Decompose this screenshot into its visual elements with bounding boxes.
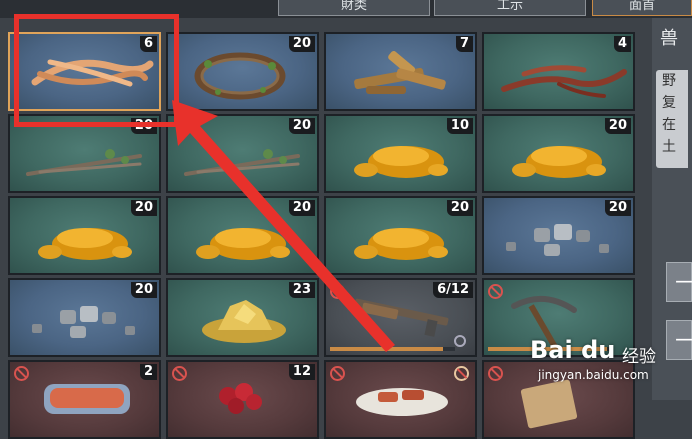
- item-count: 20: [130, 200, 157, 216]
- item-count: 20: [604, 118, 631, 134]
- item-count: 12: [288, 364, 315, 380]
- item-count: 7: [455, 36, 473, 52]
- watermark-cn: 经验: [622, 347, 656, 367]
- inventory-slot-branches[interactable]: 20: [166, 114, 319, 193]
- watermark-brand: Bai du: [530, 336, 616, 364]
- inventory-slot-resin[interactable]: 20: [324, 196, 477, 275]
- item-count: 4: [613, 36, 631, 52]
- item-count: 20: [288, 118, 315, 134]
- ban-icon: [488, 366, 503, 381]
- panel-description: 野 复 在 土: [656, 70, 688, 168]
- baidu-watermark: Bai du 经验 jingyan.baidu.com: [530, 324, 690, 394]
- ban-icon: [330, 284, 345, 299]
- item-count: 2: [139, 364, 157, 380]
- ban-icon: [172, 366, 187, 381]
- ban-icon: [488, 284, 503, 299]
- heart-icon: [454, 366, 469, 381]
- ban-icon: [330, 366, 345, 381]
- item-count: 20: [288, 36, 315, 52]
- fish-can-icon: [44, 384, 130, 414]
- item-count: 23: [288, 282, 315, 298]
- desc-line: 在: [662, 117, 676, 133]
- item-count: 20: [604, 200, 631, 216]
- inventory-slot-resin[interactable]: 20: [482, 114, 635, 193]
- durability-bar: [330, 347, 455, 351]
- desc-line: 复: [662, 95, 676, 111]
- inventory-slot-resin[interactable]: 10: [324, 114, 477, 193]
- wood-logs-icon: [354, 50, 446, 94]
- desc-line: 土: [662, 139, 676, 155]
- item-count: 20: [288, 200, 315, 216]
- inventory-slot-resin[interactable]: 20: [8, 196, 161, 275]
- ammo-count: 6/12: [433, 282, 473, 298]
- inventory-slot-red-roots[interactable]: 4: [482, 32, 635, 111]
- red-roots-icon: [501, 65, 627, 98]
- inventory-slot-stones[interactable]: 20: [482, 196, 635, 275]
- durability-fill: [330, 347, 443, 351]
- inventory-slot-resin[interactable]: 20: [166, 196, 319, 275]
- decrease-button[interactable]: —: [666, 262, 692, 302]
- desc-line: 野: [662, 73, 676, 89]
- inventory-slot-stones[interactable]: 20: [8, 278, 161, 357]
- panel-title: 兽: [660, 28, 678, 49]
- watermark-url: jingyan.baidu.com: [538, 368, 649, 382]
- inventory-slot-wood-logs[interactable]: 7: [324, 32, 477, 111]
- item-count: 20: [130, 282, 157, 298]
- tab-2[interactable]: 工示: [434, 0, 586, 16]
- minus-icon: —: [675, 269, 692, 294]
- tab-3-active[interactable]: 面首: [592, 0, 692, 16]
- inventory-slot-gold-ore[interactable]: 23: [166, 278, 319, 357]
- inventory-slot-rifle[interactable]: 6/12: [324, 278, 477, 357]
- ban-icon: [14, 366, 29, 381]
- item-count: 20: [446, 200, 473, 216]
- highlight-box: [14, 14, 179, 127]
- item-count: 10: [446, 118, 473, 134]
- tab-1[interactable]: 財类: [278, 0, 430, 16]
- inventory-slot-vine-wreath[interactable]: 20: [166, 32, 319, 111]
